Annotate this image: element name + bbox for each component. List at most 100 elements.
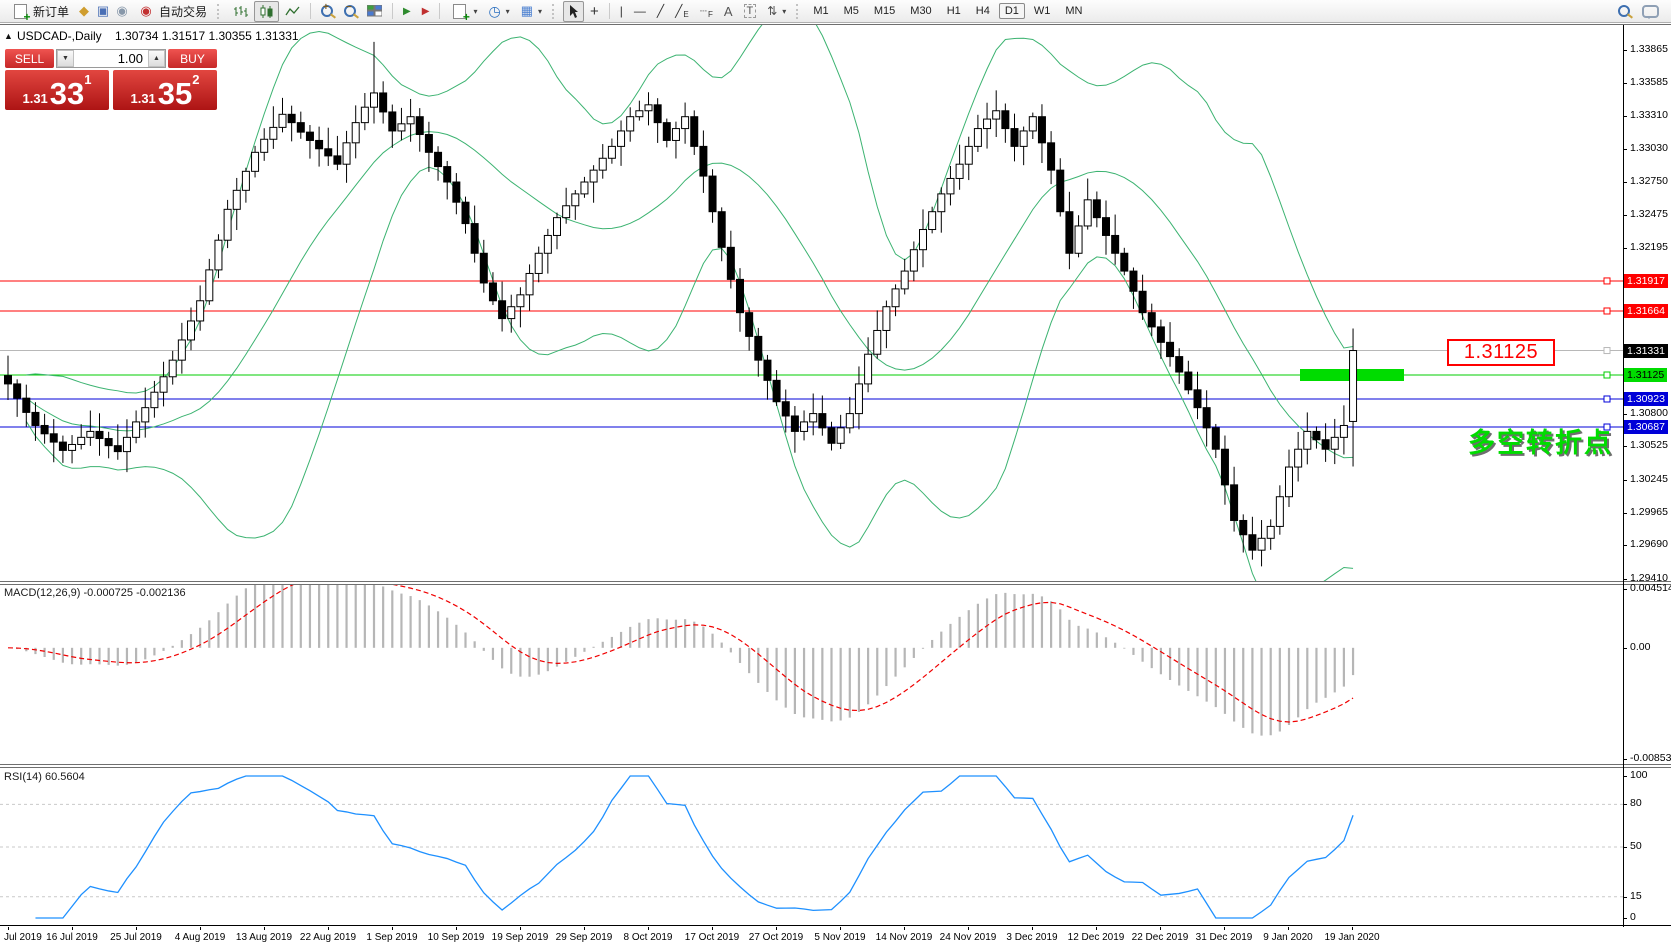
- candle-body: [682, 117, 689, 129]
- candle: [1103, 200, 1110, 254]
- shapes-tool[interactable]: ⇅▾: [762, 1, 791, 22]
- candle-body: [188, 321, 195, 340]
- candle-body: [407, 117, 414, 124]
- search-icon[interactable]: [1618, 5, 1630, 17]
- timeframe-button-W1[interactable]: W1: [1028, 3, 1057, 19]
- candle-body: [947, 178, 954, 193]
- signal-icon[interactable]: ◉: [113, 2, 131, 20]
- horizontal-line-tool[interactable]: —: [629, 1, 651, 22]
- label-tool[interactable]: T: [739, 1, 762, 22]
- text-tool[interactable]: A: [719, 1, 738, 22]
- candle-body: [1240, 520, 1247, 534]
- candle-body: [1029, 117, 1036, 131]
- candle: [855, 366, 862, 429]
- turning-point-note[interactable]: 多空转折点: [1468, 421, 1613, 460]
- candle: [517, 287, 524, 327]
- candle: [1157, 320, 1164, 359]
- candle: [105, 432, 112, 459]
- one-click-trade-panel: SELL ▼ 1.00 ▲ BUY 1.31 33 1 1.31 35 2: [5, 49, 217, 110]
- candle-body: [718, 212, 725, 248]
- profile-icon[interactable]: ▣: [94, 2, 112, 20]
- volume-increase-button[interactable]: ▲: [148, 50, 165, 67]
- timeframe-button-M15[interactable]: M15: [868, 3, 901, 19]
- candle: [178, 323, 185, 374]
- candle-body: [14, 384, 21, 398]
- level-price-label-1.31331[interactable]: 1.31331: [1624, 344, 1668, 358]
- sell-button[interactable]: SELL: [5, 49, 54, 68]
- candle: [544, 229, 551, 274]
- candle-body: [398, 124, 405, 131]
- marker-icon[interactable]: ◆: [75, 2, 93, 20]
- trendline-icon: ╱: [657, 4, 664, 18]
- level-handle[interactable]: [1604, 308, 1610, 314]
- rsi-canvas[interactable]: [0, 768, 1623, 925]
- macd-canvas[interactable]: [0, 585, 1623, 764]
- macd-tick-label: 0.00: [1630, 641, 1650, 653]
- timeframe-button-D1[interactable]: D1: [999, 3, 1025, 19]
- new-chart-button[interactable]: ▾: [445, 1, 482, 22]
- price-tick-label: 1.29690: [1630, 538, 1668, 550]
- volume-value[interactable]: 1.00: [74, 50, 148, 67]
- auto-scroll-button[interactable]: ▶: [398, 1, 416, 22]
- fibonacci-tool[interactable]: ┄F: [695, 1, 718, 22]
- price-level-annotation-box[interactable]: 1.31125: [1447, 339, 1555, 366]
- candle-body: [361, 107, 368, 122]
- trendline-tool[interactable]: ╱: [652, 1, 669, 22]
- new-order-button[interactable]: 新订单: [6, 1, 74, 22]
- sell-price-box[interactable]: 1.31 33 1: [5, 70, 109, 110]
- candle-body: [965, 146, 972, 164]
- chart-shift-button[interactable]: ▶: [417, 1, 435, 22]
- candlestick-mode-button[interactable]: [254, 1, 279, 22]
- level-handle[interactable]: [1604, 278, 1610, 284]
- line-chart-mode-button[interactable]: [280, 1, 305, 22]
- candle: [1075, 215, 1082, 257]
- community-chat-icon[interactable]: [1642, 5, 1659, 18]
- level-price-label-1.31125[interactable]: 1.31125: [1624, 368, 1667, 382]
- candle-body: [645, 105, 652, 111]
- timeframe-button-H4[interactable]: H4: [970, 3, 996, 19]
- timeframe-button-M1[interactable]: M1: [807, 3, 834, 19]
- zoom-in-button[interactable]: +: [316, 1, 338, 22]
- timeframe-button-M30[interactable]: M30: [904, 3, 937, 19]
- templates-button[interactable]: ▦ ▾: [516, 1, 547, 22]
- price-tick-label: 1.32195: [1630, 241, 1668, 253]
- level-price-label-1.31664[interactable]: 1.31664: [1624, 304, 1668, 318]
- tile-windows-button[interactable]: [362, 1, 387, 22]
- zoom-out-button[interactable]: −: [339, 1, 361, 22]
- bar-chart-mode-button[interactable]: [228, 1, 253, 22]
- volume-decrease-button[interactable]: ▼: [57, 50, 74, 67]
- candle: [874, 310, 881, 358]
- cursor-tool-button[interactable]: [563, 1, 584, 22]
- candle: [901, 259, 908, 295]
- candle: [425, 122, 432, 172]
- crosshair-tool-button[interactable]: +: [585, 1, 604, 22]
- timeframe-button-M5[interactable]: M5: [838, 3, 865, 19]
- vertical-line-tool[interactable]: |: [615, 1, 628, 22]
- level-price-label-1.30687[interactable]: 1.30687: [1624, 420, 1668, 434]
- timeframe-button-MN[interactable]: MN: [1059, 3, 1088, 19]
- level-price-label-1.31917[interactable]: 1.31917: [1624, 274, 1668, 288]
- main-chart-canvas[interactable]: [0, 25, 1623, 581]
- candle: [23, 385, 30, 427]
- date-label: 22 Dec 2019: [1132, 932, 1189, 943]
- channel-tool[interactable]: ╱E: [670, 1, 694, 22]
- candle-body: [151, 392, 158, 407]
- chart-window[interactable]: ▲ USDCAD-,Daily 1.30734 1.31517 1.30355 …: [0, 24, 1671, 947]
- chart-shift-icon: ▶: [422, 6, 430, 17]
- candle: [1011, 114, 1018, 162]
- buy-price-box[interactable]: 1.31 35 2: [113, 70, 217, 110]
- level-handle[interactable]: [1604, 372, 1610, 378]
- level-price-label-1.30923[interactable]: 1.30923: [1624, 392, 1668, 406]
- level-handle[interactable]: [1604, 396, 1610, 402]
- auto-trading-button[interactable]: ◉ 自动交易: [132, 1, 212, 22]
- candle: [920, 209, 927, 267]
- toolbar-separator: [310, 3, 311, 19]
- candle-body: [1221, 449, 1228, 485]
- candle: [618, 120, 625, 165]
- level-handle[interactable]: [1604, 348, 1610, 354]
- timeframe-button-H1[interactable]: H1: [941, 3, 967, 19]
- chart-symbol-icon: ▲: [4, 31, 13, 41]
- macd-values: -0.000725 -0.002136: [83, 587, 185, 599]
- periods-button[interactable]: ◷ ▾: [483, 1, 514, 22]
- buy-button[interactable]: BUY: [168, 49, 217, 68]
